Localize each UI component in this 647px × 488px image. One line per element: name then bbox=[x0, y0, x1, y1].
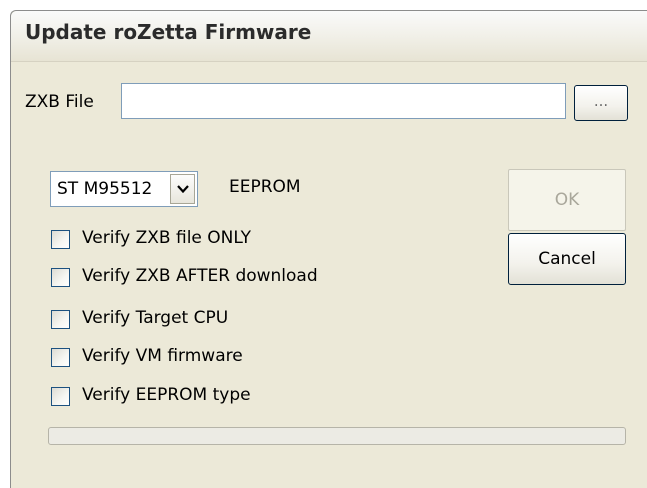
option-label: Verify Target CPU bbox=[82, 308, 229, 328]
eeprom-select[interactable]: ST M95512 bbox=[50, 171, 198, 207]
title-bar[interactable]: Update roZetta Firmware bbox=[11, 11, 647, 62]
option-label: Verify ZXB file ONLY bbox=[82, 228, 251, 248]
option-label: Verify EEPROM type bbox=[82, 385, 251, 405]
eeprom-dropdown-button[interactable] bbox=[170, 174, 195, 204]
eeprom-label: EEPROM bbox=[229, 177, 301, 197]
zxb-file-label: ZXB File bbox=[25, 92, 94, 112]
checkbox[interactable] bbox=[51, 310, 70, 329]
browse-button[interactable]: ... bbox=[574, 85, 628, 121]
dialog-title: Update roZetta Firmware bbox=[25, 20, 312, 44]
progress-bar bbox=[48, 427, 626, 445]
cancel-button[interactable]: Cancel bbox=[508, 233, 626, 285]
checkbox[interactable] bbox=[51, 230, 70, 249]
option-label: Verify ZXB AFTER download bbox=[82, 266, 318, 286]
chevron-down-icon bbox=[177, 185, 189, 193]
checkbox[interactable] bbox=[51, 348, 70, 367]
checkbox[interactable] bbox=[51, 387, 70, 406]
zxb-file-input[interactable] bbox=[121, 83, 566, 119]
update-firmware-dialog: Update roZetta Firmware ZXB File ... ST … bbox=[10, 10, 647, 488]
checkbox[interactable] bbox=[51, 268, 70, 287]
ok-button[interactable]: OK bbox=[508, 169, 626, 231]
option-label: Verify VM firmware bbox=[82, 346, 243, 366]
eeprom-select-value: ST M95512 bbox=[57, 179, 153, 199]
